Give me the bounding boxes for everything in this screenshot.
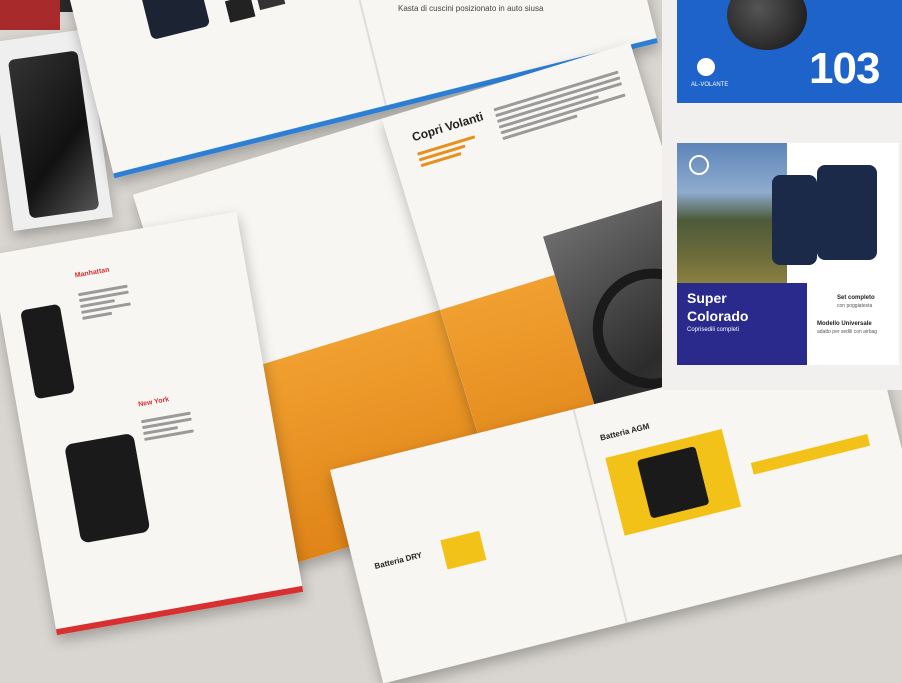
seat-cover-front <box>772 175 817 265</box>
ad-colorado-subtitle: Coprisedili completi <box>687 327 740 333</box>
ad-super-colorado: Super Colorado Coprisedili completi Set … <box>677 143 899 365</box>
ad-colorado-info1-sub: con poggiatesta <box>837 303 873 309</box>
left-brochure-list-two <box>140 409 194 444</box>
ad-colorado-info1-title: Set completo <box>837 295 875 301</box>
ad-colorado-title-line1: Super <box>687 290 727 306</box>
ad-colorado-info2-sub: adatto per sedili con airbag <box>817 329 878 335</box>
top-red-strip <box>0 0 60 30</box>
helmet-photo <box>727 0 807 50</box>
yellow-table-header <box>750 433 871 475</box>
ad-colorado-title-line2: Colorado <box>687 308 749 324</box>
bottom-brochure-title-right: Batteria AGM <box>599 421 651 443</box>
ad-blue-number: 103 <box>809 44 880 93</box>
seat-cover-swatch <box>140 0 211 41</box>
seat-covers-photo <box>772 155 882 275</box>
bottom-brochure-title-left: Batteria DRY <box>373 550 423 571</box>
ad-blue-brand: AL-VOLANTE <box>691 82 729 88</box>
mat-photo-two <box>64 432 151 544</box>
left-brochure-title-one: Manhattan <box>74 266 111 280</box>
brand-logo-icon <box>697 58 715 76</box>
ad-blue-103: AL-VOLANTE 103 <box>677 0 902 103</box>
left-brochure-title-two: New York <box>137 396 170 409</box>
yellow-block-left <box>440 530 487 570</box>
ad-colorado-info2-title: Modello Universale <box>817 321 872 327</box>
top-brochure-spine <box>331 0 387 106</box>
top-brochure-caption: Kasta di cuscini posizionato in auto siu… <box>398 4 544 13</box>
swatch-dark-2 <box>254 0 286 11</box>
left-brochure-list-one <box>77 282 132 323</box>
seat-cover-rear <box>817 165 877 260</box>
brand-logo-circle-icon <box>689 155 709 175</box>
swatch-dark-1 <box>224 0 256 23</box>
center-brochure-paragraph <box>493 68 629 143</box>
car-seat-photo <box>7 50 100 219</box>
mat-photo-one <box>20 303 76 400</box>
